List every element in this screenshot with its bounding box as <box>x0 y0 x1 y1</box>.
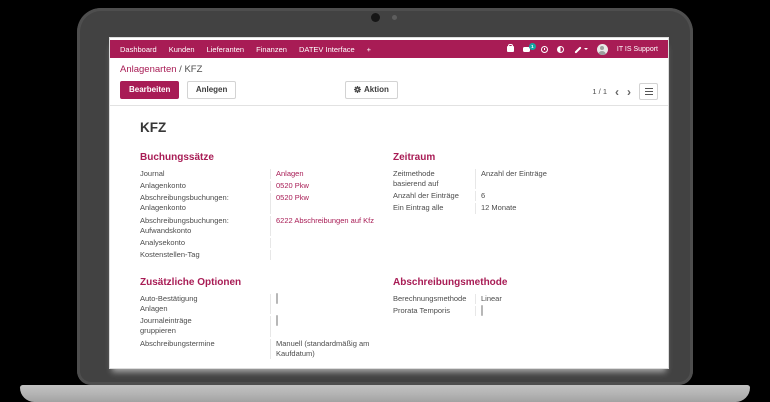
user-name[interactable]: IT IS Support <box>617 46 658 53</box>
webcam-icon <box>371 13 380 22</box>
field-eintrag-alle: Ein Eintrag alle 12 Monate <box>393 203 654 213</box>
field-berechnungsmethode-value: Linear <box>475 294 654 304</box>
field-analysekonto-value[interactable] <box>270 238 393 248</box>
caret-down-icon <box>584 48 588 52</box>
contrast-icon[interactable] <box>557 46 564 53</box>
field-anzahl-eintraege: Anzahl der Einträge 6 <box>393 191 654 201</box>
section-title: Zeitraum <box>393 152 654 163</box>
nav-item-finanzen[interactable]: Finanzen <box>256 45 287 54</box>
breadcrumb-parent[interactable]: Anlagenarten <box>120 64 177 75</box>
field-abschreibungstermine-value: Manuell (standardmäßig am Kaufdatum) <box>270 339 393 359</box>
field-abschreibungstermine: Abschreibungstermine Manuell (standardmä… <box>140 339 393 359</box>
pager-count: 1 / 1 <box>592 87 607 96</box>
field-anzahl-eintraege-value: 6 <box>475 191 654 201</box>
field-kostenstellen-tag-value[interactable] <box>270 250 393 260</box>
webcam-led-icon <box>392 15 397 20</box>
create-button[interactable]: Anlegen <box>187 81 237 99</box>
debug-menu[interactable] <box>573 45 588 54</box>
field-abschreibung-anlagenkonto-value[interactable]: 0520 Pkw <box>270 193 393 213</box>
field-journal-value[interactable]: Anlagen <box>270 169 393 179</box>
auto-bestaetigung-checkbox[interactable] <box>276 293 278 304</box>
top-navbar: Dashboard Kunden Lieferanten Finanzen DA… <box>110 40 668 58</box>
section-buchungssaetze: Buchungssätze Journal Anlagen Anlagenkon… <box>140 152 393 262</box>
clock-icon[interactable] <box>541 46 548 53</box>
nav-item-datev-interface[interactable]: DATEV Interface <box>299 45 355 54</box>
hamburger-icon[interactable] <box>639 83 658 100</box>
action-button-label: Aktion <box>364 85 389 94</box>
section-zeitraum: Zeitraum Zeitmethode basierend auf Anzah… <box>393 152 654 262</box>
section-title: Abschreibungsmethode <box>393 277 654 288</box>
button-row: Bearbeiten Anlegen Aktion 1 / 1 ‹ › <box>110 81 668 106</box>
messages-icon[interactable]: 1 <box>523 46 532 53</box>
pencil-icon <box>573 45 582 54</box>
main-menu: Dashboard Kunden Lieferanten Finanzen DA… <box>120 45 371 54</box>
gear-icon <box>354 86 361 93</box>
navbar-systray: 1 IT IS Support <box>507 44 658 55</box>
section-title: Zusätzliche Optionen <box>140 277 393 288</box>
chevron-left-icon[interactable]: ‹ <box>615 85 619 99</box>
field-berechnungsmethode: Berechnungsmethode Linear <box>393 294 654 304</box>
field-zeitmethode: Zeitmethode basierend auf Anzahl der Ein… <box>393 169 654 189</box>
control-bar: Anlagenarten / KFZ Bearbeiten Anlegen Ak… <box>110 58 668 106</box>
prorata-temporis-checkbox[interactable] <box>481 305 483 316</box>
nav-item-kunden[interactable]: Kunden <box>169 45 195 54</box>
edit-button[interactable]: Bearbeiten <box>120 81 179 99</box>
browser-screen: Dashboard Kunden Lieferanten Finanzen DA… <box>110 38 668 368</box>
form-grid: Buchungssätze Journal Anlagen Anlagenkon… <box>140 152 654 361</box>
section-title: Buchungssätze <box>140 152 393 163</box>
form-sheet: KFZ Buchungssätze Journal Anlagen Anlage… <box>110 106 668 361</box>
bag-icon[interactable] <box>507 46 514 52</box>
breadcrumb-separator: / <box>179 64 182 75</box>
chevron-right-icon[interactable]: › <box>627 85 631 99</box>
field-anlagenkonto: Anlagenkonto 0520 Pkw <box>140 181 393 191</box>
pager: 1 / 1 ‹ › <box>592 83 658 100</box>
field-abschreibung-aufwandskonto-value[interactable]: 6222 Abschreibungen auf Kfz <box>270 216 393 236</box>
laptop-base <box>20 385 750 402</box>
field-anlagenkonto-value[interactable]: 0520 Pkw <box>270 181 393 191</box>
section-methode: Abschreibungsmethode Berechnungsmethode … <box>393 277 654 361</box>
field-journaleintraege-gruppieren: Journaleinträge gruppieren <box>140 316 393 336</box>
field-auto-bestaetigung: Auto-Bestätigung Anlagen <box>140 294 393 314</box>
message-count-badge: 1 <box>529 43 536 50</box>
nav-item-lieferanten[interactable]: Lieferanten <box>207 45 245 54</box>
user-avatar[interactable] <box>597 44 608 55</box>
nav-item-dashboard[interactable]: Dashboard <box>120 45 157 54</box>
page-title: KFZ <box>140 120 654 135</box>
action-button[interactable]: Aktion <box>345 81 398 99</box>
field-journal: Journal Anlagen <box>140 169 393 179</box>
field-prorata-temporis: Prorata Temporis <box>393 306 654 316</box>
field-abschreibung-anlagenkonto: Abschreibungsbuchungen: Anlagenkonto 052… <box>140 193 393 213</box>
nav-item-add[interactable]: + <box>367 45 371 54</box>
field-eintrag-alle-value: 12 Monate <box>475 203 654 213</box>
field-analysekonto: Analysekonto <box>140 238 393 248</box>
field-abschreibung-aufwandskonto: Abschreibungsbuchungen: Aufwandskonto 62… <box>140 216 393 236</box>
section-optionen: Zusätzliche Optionen Auto-Bestätigung An… <box>140 277 393 361</box>
field-zeitmethode-value: Anzahl der Einträge <box>475 169 654 189</box>
journaleintraege-gruppieren-checkbox[interactable] <box>276 315 278 326</box>
breadcrumb: Anlagenarten / KFZ <box>120 64 658 75</box>
field-kostenstellen-tag: Kostenstellen-Tag <box>140 250 393 260</box>
breadcrumb-current: KFZ <box>184 64 202 75</box>
